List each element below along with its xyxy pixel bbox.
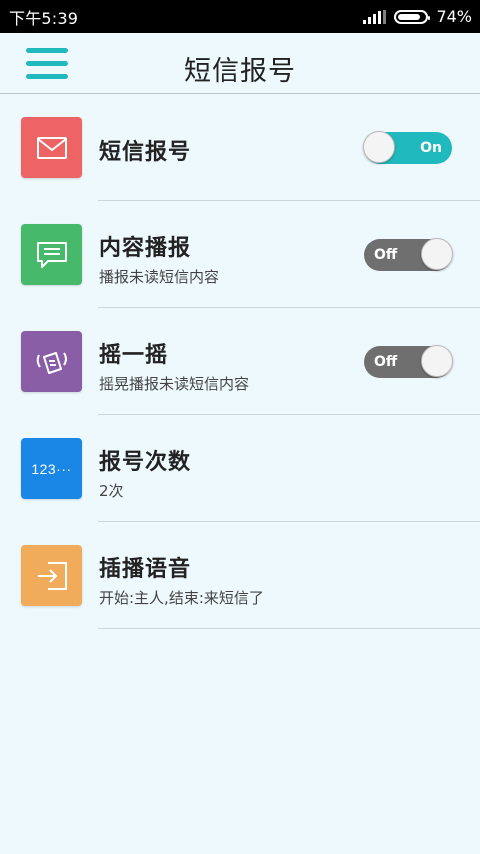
signal-icon [363, 9, 387, 24]
setting-subtitle: 2次 [99, 482, 124, 500]
battery-percent: 74% [436, 7, 472, 26]
settings-list: 短信报号 On 内容播报 播报未读短信内容 Off 摇一摇 摇晃播报未读短信内容… [0, 94, 480, 629]
chat-bubble-icon [21, 224, 82, 285]
enter-arrow-icon [21, 545, 82, 606]
setting-subtitle: 开始:主人,结束:来短信了 [99, 589, 264, 607]
setting-subtitle: 摇晃播报未读短信内容 [99, 375, 250, 393]
app-bar: 短信报号 [0, 33, 480, 94]
sms-announce-toggle[interactable]: On [363, 131, 452, 164]
setting-title: 短信报号 [99, 140, 192, 165]
page-title: 短信报号 [184, 56, 296, 87]
setting-row-sms-announce[interactable]: 短信报号 On [0, 94, 480, 201]
status-indicators: 74% [363, 7, 472, 26]
number-count-icon-text: 123··· [31, 460, 72, 477]
toggle-knob [421, 238, 453, 270]
number-count-icon: 123··· [21, 438, 82, 499]
toggle-knob [421, 345, 453, 377]
shake-phone-icon [21, 331, 82, 392]
setting-row-repeat-count[interactable]: 123··· 报号次数 2次 [0, 415, 480, 522]
divider [98, 628, 480, 629]
setting-title: 摇一摇 [99, 343, 169, 368]
shake-toggle[interactable]: Off [364, 345, 453, 378]
content-read-toggle[interactable]: Off [364, 238, 453, 271]
battery-icon [394, 9, 431, 24]
setting-title: 插播语音 [99, 557, 192, 582]
toggle-knob [363, 131, 395, 163]
toggle-label: Off [374, 247, 398, 263]
setting-row-insert-voice[interactable]: 插播语音 开始:主人,结束:来短信了 [0, 522, 480, 629]
status-time: 下午5:39 [9, 8, 79, 28]
setting-subtitle: 播报未读短信内容 [99, 268, 220, 286]
toggle-label: On [420, 140, 442, 156]
setting-row-shake[interactable]: 摇一摇 摇晃播报未读短信内容 Off [0, 308, 480, 415]
status-bar: 下午5:39 74% [0, 0, 480, 33]
setting-title: 内容播报 [99, 236, 192, 261]
toggle-label: Off [374, 354, 398, 370]
envelope-icon [21, 117, 82, 178]
setting-row-content-read[interactable]: 内容播报 播报未读短信内容 Off [0, 201, 480, 308]
setting-title: 报号次数 [99, 450, 192, 475]
